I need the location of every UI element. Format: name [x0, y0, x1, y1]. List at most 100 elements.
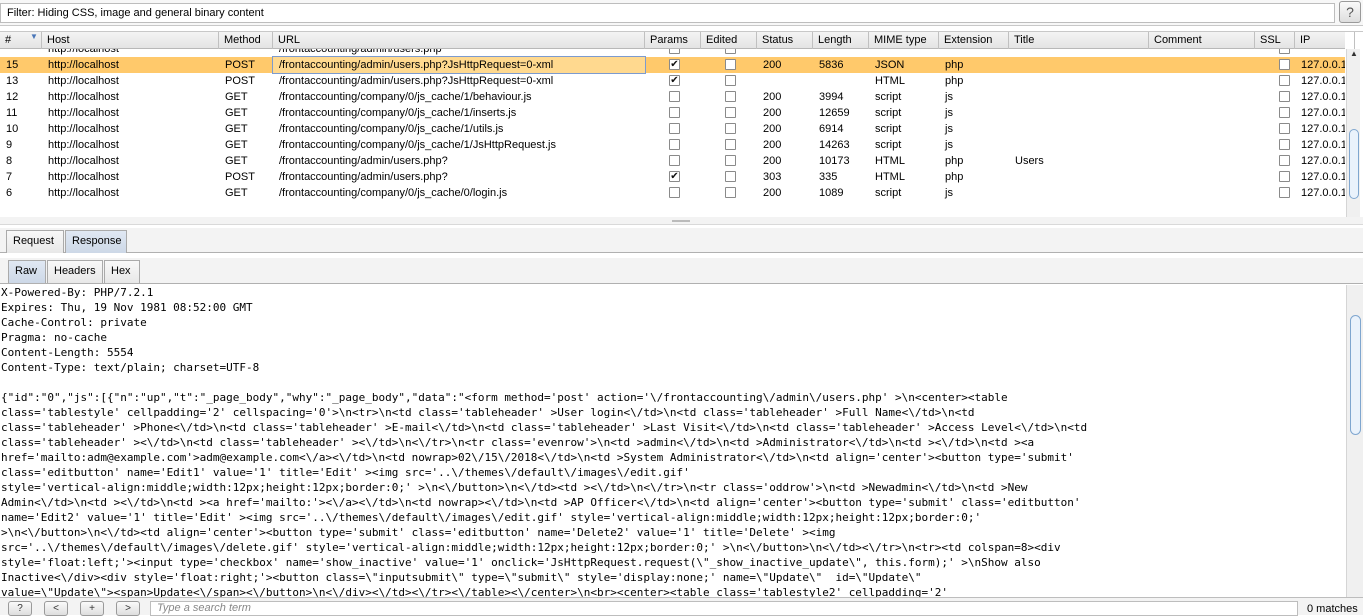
checkbox-icon: [1279, 75, 1290, 86]
column-header[interactable]: Title: [1009, 32, 1149, 49]
checkbox-icon: [1279, 187, 1290, 198]
column-header[interactable]: Params: [645, 32, 701, 49]
checked-checkbox-icon: ✔: [669, 171, 680, 182]
column-header[interactable]: Length: [813, 32, 869, 49]
table-cell: [1009, 57, 1149, 73]
checked-checkbox-icon: ✔: [669, 59, 680, 70]
column-header[interactable]: Method: [219, 32, 273, 49]
table-cell: 15: [6, 59, 19, 71]
checkbox-icon: [1279, 91, 1290, 102]
table-cell: 10173: [819, 155, 850, 167]
column-header[interactable]: Edited: [701, 32, 757, 49]
table-cell: 12659: [819, 107, 850, 119]
checkbox-icon: [1279, 123, 1290, 134]
column-header[interactable]: Comment: [1149, 32, 1255, 49]
table-cell: 335: [819, 171, 838, 183]
table-cell: 200: [763, 91, 782, 103]
search-prev-button[interactable]: <: [44, 601, 68, 616]
search-add-button[interactable]: +: [80, 601, 104, 616]
table-row[interactable]: 6 http://localhost GET/frontaccounting/com…: [0, 185, 1345, 201]
table-cell: /frontaccounting/admin/users.php?JsHttpR…: [272, 56, 646, 74]
table-row[interactable]: 7 http://localhost POST/frontaccounting/ad…: [0, 169, 1345, 185]
checkbox-icon: [725, 59, 736, 70]
table-cell: http://localhost: [48, 187, 119, 199]
filter-field[interactable]: Filter: Hiding CSS, image and general bi…: [0, 3, 1335, 23]
table-cell: /frontaccounting/admin/users.php?: [279, 171, 448, 183]
table-vertical-scrollbar[interactable]: ▲ ▼: [1346, 49, 1360, 217]
checkbox-icon: [725, 91, 736, 102]
tab-request[interactable]: Request: [6, 230, 64, 253]
table-cell: [1009, 185, 1149, 201]
raw-vertical-scrollbar[interactable]: [1346, 285, 1363, 597]
pane-splitter[interactable]: [0, 217, 1363, 225]
checkbox-icon: [725, 107, 736, 118]
table-cell: POST: [225, 75, 255, 87]
table-cell: script: [875, 139, 902, 151]
column-header[interactable]: URL: [273, 32, 645, 49]
tab-hex[interactable]: Hex: [104, 260, 140, 283]
table-cell: http://localhost: [48, 91, 119, 103]
scroll-thumb[interactable]: [1350, 315, 1361, 435]
table-cell: [1009, 73, 1149, 89]
table-cell: php: [945, 75, 964, 87]
checkbox-icon: [1279, 139, 1290, 150]
table-row[interactable]: 12 http://localhost GET/frontaccounting/co…: [0, 89, 1345, 105]
response-line: class='editbutton' name='Edit1' value='1…: [1, 466, 690, 479]
table-cell: 7: [6, 171, 13, 183]
table-cell: [1009, 137, 1149, 153]
tab-response[interactable]: Response: [65, 230, 127, 253]
table-cell: http://localhost: [48, 171, 119, 183]
search-input[interactable]: Type a search term: [150, 601, 1298, 616]
response-line: Content-Length: 5554: [1, 346, 134, 359]
table-row[interactable]: 9 http://localhost GET/frontaccounting/com…: [0, 137, 1345, 153]
tab-headers[interactable]: Headers: [47, 260, 103, 283]
table-cell: php: [945, 155, 964, 167]
splitter-grip[interactable]: [672, 220, 690, 222]
checkbox-icon: [725, 187, 736, 198]
column-header[interactable]: SSL: [1255, 32, 1295, 49]
table-cell: 200: [763, 59, 782, 71]
response-line: Pragma: no-cache: [1, 331, 107, 344]
table-row[interactable]: 15 http://localhost POST/frontaccounting/a…: [0, 56, 1345, 74]
scroll-thumb[interactable]: [1349, 129, 1359, 199]
table-cell: Users: [1015, 155, 1044, 167]
raw-response-editor[interactable]: X-Powered-By: PHP/7.2.1 Expires: Thu, 19 …: [0, 285, 1346, 597]
proxy-history-table: http://localhost/frontaccounting/admin/u…: [0, 31, 1363, 217]
table-cell: js: [945, 91, 953, 103]
table-row[interactable]: 11 http://localhost GET/frontaccounting/co…: [0, 105, 1345, 121]
column-header[interactable]: Status: [757, 32, 813, 49]
table-cell: 6: [6, 187, 13, 199]
response-line: name='Edit2' value='1' title='Edit' ><im…: [1, 511, 982, 524]
table-row[interactable]: 10 http://localhost GET/frontaccounting/co…: [0, 121, 1345, 137]
table-cell: 200: [763, 139, 782, 151]
table-header: # ▼ Host Method URL Params Edited Status Length M…: [0, 32, 1355, 49]
column-header[interactable]: Extension: [939, 32, 1009, 49]
filter-help-button[interactable]: ?: [1339, 1, 1361, 23]
tab-raw[interactable]: Raw: [8, 260, 46, 283]
table-cell: 303: [763, 171, 782, 183]
response-line: Expires: Thu, 19 Nov 1981 08:52:00 GMT: [1, 301, 253, 314]
table-cell: 8: [6, 155, 13, 167]
table-cell: /frontaccounting/company/0/js_cache/1/ut…: [279, 123, 504, 135]
column-header[interactable]: Host: [42, 32, 219, 49]
table-cell: HTML: [875, 75, 905, 87]
table-cell: [1009, 105, 1149, 121]
table-cell: 127.0.0.1: [1301, 187, 1345, 199]
search-next-button[interactable]: >: [116, 601, 140, 616]
table-cell: 200: [763, 123, 782, 135]
table-cell: 1089: [819, 187, 844, 199]
checkbox-icon: [669, 155, 680, 166]
table-cell: script: [875, 107, 902, 119]
table-cell: [1009, 169, 1149, 185]
table-cell: 9: [6, 139, 13, 151]
response-line: Inactive<\/div><div style='float:right;'…: [1, 571, 922, 584]
table-cell: 12: [6, 91, 19, 103]
response-line: class='tablestyle' cellpadding='2' cells…: [1, 406, 975, 419]
table-cell: 200: [763, 107, 782, 119]
search-help-button[interactable]: ?: [8, 601, 32, 616]
table-row[interactable]: 8 http://localhost GET/frontaccounting/adm…: [0, 153, 1345, 169]
column-header[interactable]: IP: [1295, 32, 1355, 49]
table-row[interactable]: 13 http://localhost POST/frontaccounting/a…: [0, 73, 1345, 89]
column-header[interactable]: MIME type: [869, 32, 939, 49]
scroll-up-arrow-icon[interactable]: ▲: [1349, 49, 1359, 59]
